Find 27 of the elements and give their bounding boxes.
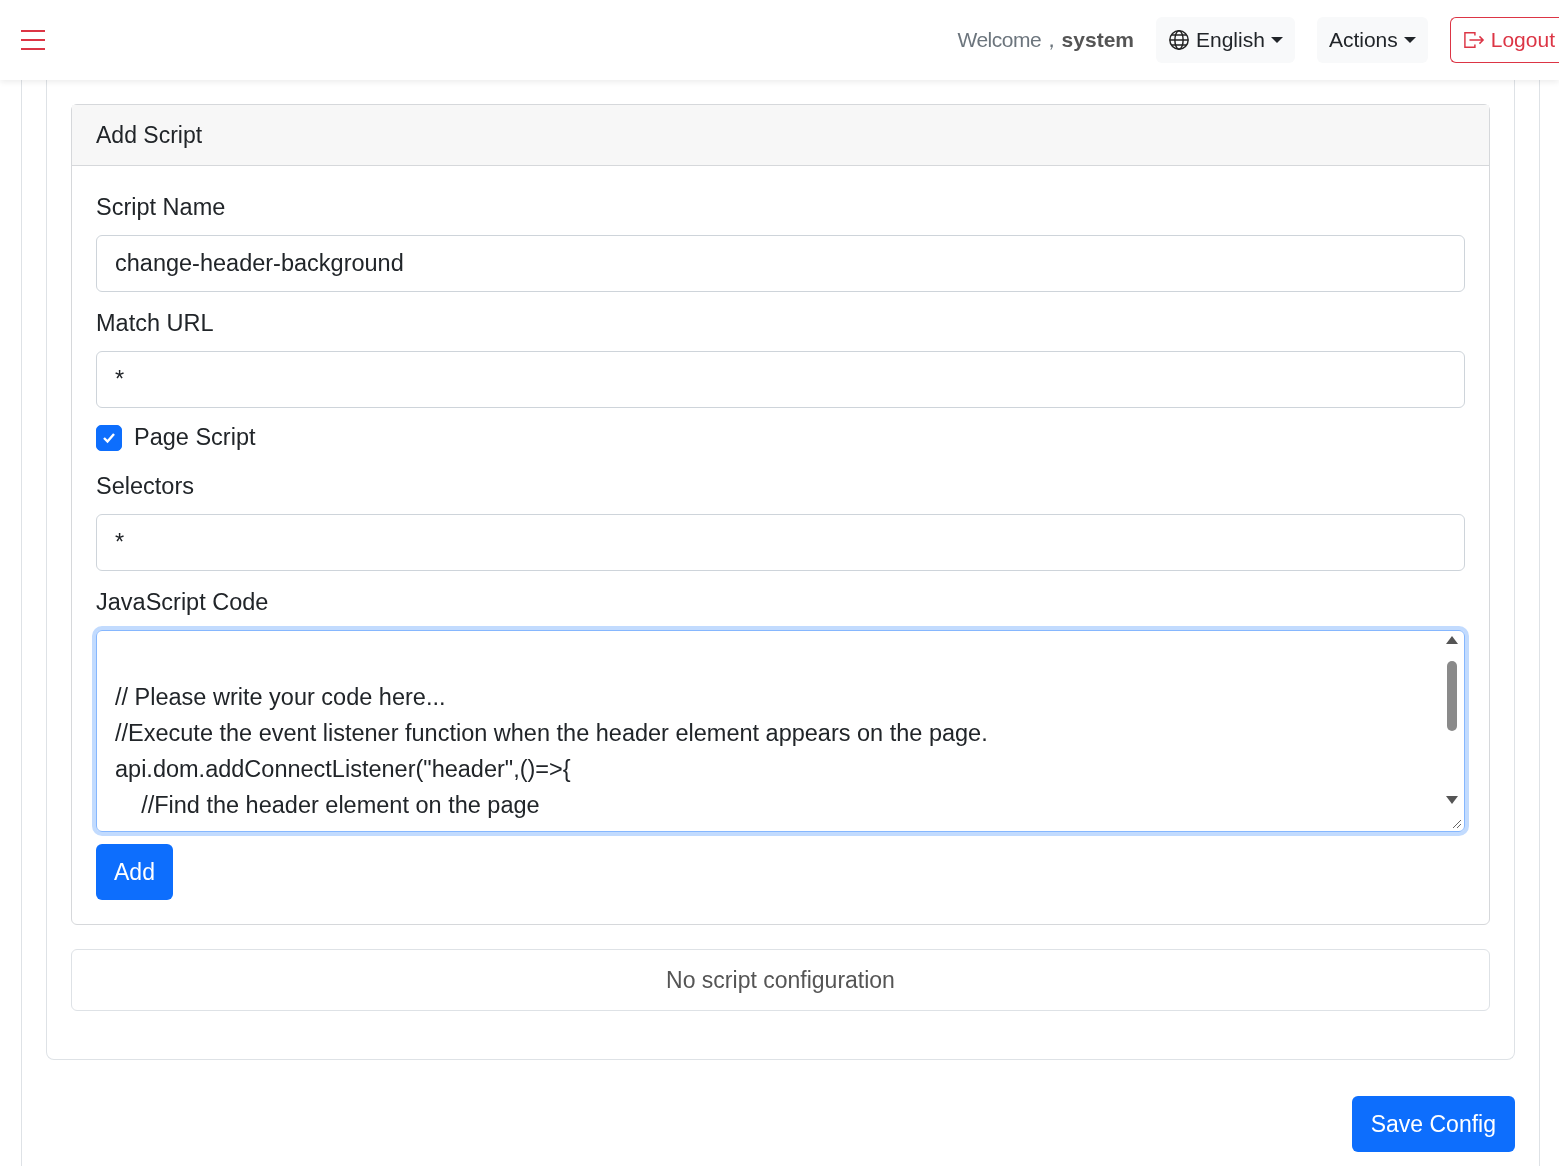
logout-icon [1462, 30, 1485, 50]
logout-button[interactable]: Logout [1449, 17, 1559, 63]
menu-icon[interactable] [20, 29, 46, 51]
user-name: system [1061, 28, 1134, 52]
field-label: Selectors [96, 473, 194, 500]
add-button[interactable]: Add [96, 844, 173, 900]
scroll-down-icon[interactable] [1445, 795, 1459, 805]
field-label: Match URL [96, 310, 214, 337]
field-label: Script Name [96, 194, 226, 221]
checkbox[interactable] [96, 424, 122, 451]
scrollbar-thumb[interactable] [1447, 661, 1457, 731]
caret-icon [1270, 37, 1283, 43]
input-field[interactable]: * [96, 351, 1465, 408]
field-label: JavaScript Code [96, 589, 269, 616]
language-dropdown[interactable]: English [1156, 17, 1295, 63]
empty-message: No script configuration [666, 966, 895, 994]
save-config-button[interactable]: Save Config [1351, 1096, 1515, 1152]
actions-dropdown[interactable]: Actions [1316, 17, 1428, 63]
checkmark-icon [102, 431, 116, 444]
scroll-up-icon[interactable] [1445, 635, 1459, 645]
globe-icon [1168, 29, 1190, 51]
card-title: Add Script [96, 121, 203, 149]
welcome-text: Welcome， [957, 27, 1062, 53]
checkbox-label: Page Script [134, 424, 256, 451]
input-field[interactable]: change-header-background [96, 235, 1465, 292]
input-field[interactable]: * [96, 514, 1465, 571]
caret-icon [1403, 37, 1416, 43]
